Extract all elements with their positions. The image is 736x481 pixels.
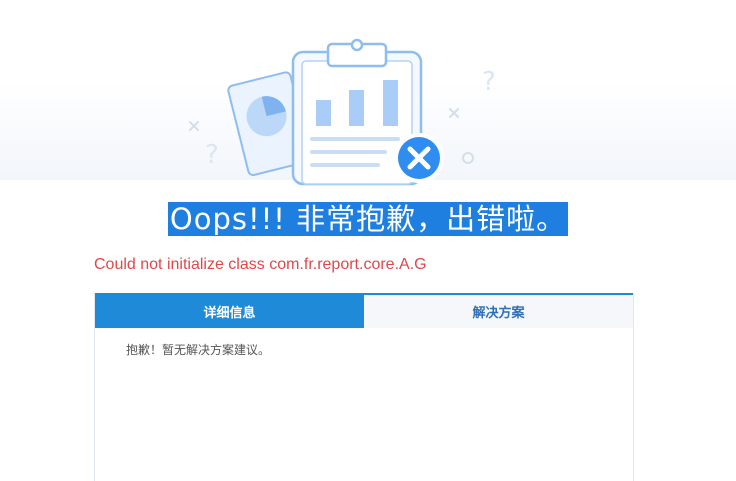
- panel-body: 抱歉！暂无解决方案建议。: [95, 328, 633, 358]
- error-message: Could not initialize class com.fr.report…: [94, 256, 427, 273]
- question-mark-icon: ?: [482, 67, 496, 97]
- page-title: Oops!!! 非常抱歉，出错啦。: [167, 202, 569, 236]
- close-badge-icon: [394, 133, 444, 183]
- tab-solutions[interactable]: 解决方案: [364, 295, 633, 328]
- tab-bar: 详细信息 解决方案: [95, 293, 633, 328]
- solution-text: 抱歉！暂无解决方案建议。: [126, 343, 271, 357]
- cross-mark-icon: [449, 108, 459, 118]
- circle-dot-icon: [462, 152, 474, 164]
- svg-text:?: ?: [482, 67, 496, 97]
- cross-mark-icon: [189, 121, 199, 131]
- svg-text:?: ?: [205, 140, 219, 170]
- title-wrapper: Oops!!! 非常抱歉，出错啦。: [0, 202, 736, 236]
- error-illustration: ? ?: [189, 38, 496, 186]
- info-panel: 详细信息 解决方案 抱歉！暂无解决方案建议。: [94, 293, 634, 481]
- question-mark-icon: ?: [205, 140, 219, 170]
- tab-details[interactable]: 详细信息: [95, 295, 364, 328]
